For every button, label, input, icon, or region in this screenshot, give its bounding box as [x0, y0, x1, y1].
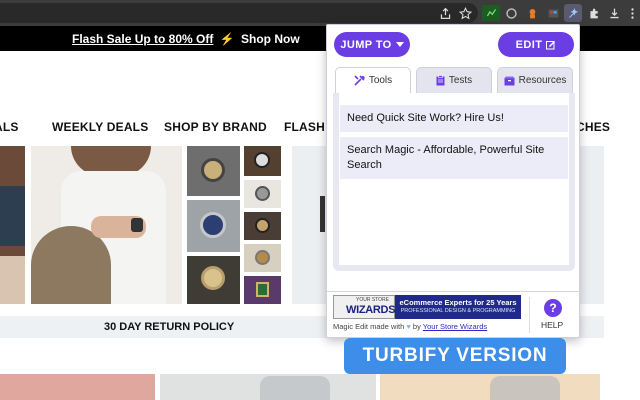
nav-item-shop-by-brand[interactable]: SHOP BY BRAND [164, 120, 267, 134]
product-image[interactable] [0, 374, 155, 400]
tab-tools[interactable]: Tools [335, 67, 411, 93]
made-with-text: Magic Edit made with [333, 322, 405, 331]
tab-resources[interactable]: Resources [497, 67, 573, 93]
product-image-watch[interactable] [244, 276, 281, 304]
lightning-icon: ⚡ [219, 32, 235, 46]
heart-icon: ♥ [406, 322, 411, 331]
nav-item[interactable]: CHES [576, 120, 610, 134]
product-image-watch[interactable] [187, 146, 240, 196]
banner-line-1: eCommerce Experts for 25 Years [399, 298, 517, 307]
edit-label: EDIT [515, 38, 543, 51]
list-item-hire-us[interactable]: Need Quick Site Work? Hire Us! [340, 105, 568, 132]
edit-button[interactable]: EDIT [498, 32, 574, 57]
tab-tests[interactable]: Tests [416, 67, 492, 93]
logo-small-text: YOUR STORE [356, 297, 389, 303]
tab-tests-label: Tests [448, 75, 473, 86]
product-image-watch[interactable] [187, 256, 240, 304]
made-with-credit: Magic Edit made with ♥ by Your Store Wiz… [333, 322, 487, 331]
box-icon [503, 76, 515, 85]
help-divider [529, 297, 530, 333]
product-image-watch[interactable] [244, 212, 281, 240]
product-image-model[interactable] [31, 146, 182, 304]
by-text: by [412, 322, 421, 331]
logo-text: WIZARDS [346, 304, 396, 316]
product-image-watch[interactable] [244, 146, 281, 176]
banner-line-2: PROFESSIONAL DESIGN & PROGRAMMING [400, 308, 516, 314]
tab-tools-label: Tools [368, 75, 393, 86]
list-item-search-magic[interactable]: Search Magic - Affordable, Powerful Site… [340, 137, 568, 179]
jump-to-button[interactable]: JUMP TO [334, 32, 410, 57]
your-store-wizards-link[interactable]: Your Store Wizards [423, 322, 487, 331]
nav-item-weekly-deals[interactable]: WEEKLY DEALS [52, 120, 148, 134]
shop-now-link[interactable]: Shop Now [241, 32, 300, 46]
help-icon[interactable]: ? [544, 299, 562, 317]
clipboard-icon [436, 75, 445, 86]
extension-icon[interactable] [482, 5, 500, 21]
share-icon[interactable] [437, 5, 453, 21]
turbify-version-badge: TURBIFY VERSION [344, 338, 566, 374]
your-store-wizards-banner[interactable]: YOUR STORE WIZARDS eCommerce Experts for… [333, 295, 521, 319]
extension-icon[interactable] [524, 5, 540, 21]
extension-icon[interactable] [545, 5, 561, 21]
caret-down-icon [395, 41, 404, 47]
footer-divider [327, 291, 581, 292]
flash-sale-link[interactable]: Flash Sale Up to 80% Off [72, 32, 213, 46]
popup-tabs: Tools Tests Resources [335, 67, 573, 93]
jump-to-label: JUMP TO [340, 38, 392, 51]
tab-resources-label: Resources [518, 75, 567, 86]
product-image-watch[interactable] [244, 244, 281, 272]
address-bar[interactable] [0, 3, 478, 23]
product-image[interactable] [380, 374, 600, 400]
menu-icon[interactable] [624, 5, 640, 21]
magic-edit-extension-icon[interactable] [564, 4, 582, 22]
download-icon[interactable] [606, 5, 622, 21]
return-policy-text: 30 DAY RETURN POLICY [104, 321, 235, 333]
edit-icon [546, 40, 556, 49]
tools-icon [354, 75, 365, 86]
magic-edit-popup: JUMP TO EDIT Tools Tests Resources Need … [326, 24, 581, 338]
puzzle-icon[interactable] [586, 5, 602, 21]
product-image-watch[interactable] [187, 200, 240, 252]
banner-text: eCommerce Experts for 25 Years PROFESSIO… [395, 295, 521, 319]
extension-icon[interactable] [503, 5, 519, 21]
product-image[interactable] [160, 374, 376, 400]
product-image-watch[interactable] [244, 180, 281, 208]
product-image[interactable] [0, 146, 25, 304]
browser-toolbar [0, 0, 640, 26]
nav-item[interactable]: ALS [0, 120, 19, 134]
wizards-logo: YOUR STORE WIZARDS [333, 295, 396, 319]
help-label[interactable]: HELP [541, 320, 563, 330]
star-icon[interactable] [457, 5, 473, 21]
